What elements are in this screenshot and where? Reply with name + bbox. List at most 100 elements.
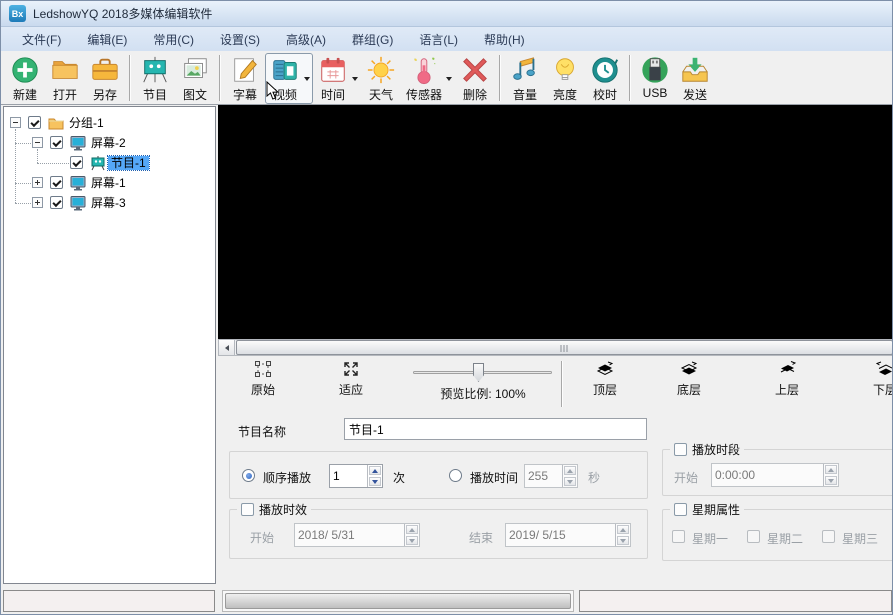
zoom-slider-thumb[interactable]: [473, 363, 484, 382]
volume-button[interactable]: 音量: [505, 53, 545, 104]
screen1-checkbox[interactable]: [50, 176, 63, 189]
tuesday-checkbox: [747, 530, 760, 543]
timing-button[interactable]: 校时: [585, 53, 625, 104]
fit-icon: [341, 359, 361, 379]
send-icon: [680, 55, 710, 85]
weather-button[interactable]: 天气: [361, 53, 401, 104]
spin-up-icon[interactable]: [369, 466, 381, 475]
subtitle-button[interactable]: 字幕: [225, 53, 265, 104]
brightness-button[interactable]: 亮度: [545, 53, 585, 104]
program-name-input[interactable]: [344, 418, 647, 440]
controls-separator: [561, 361, 563, 407]
play-period-group: 播放时段 开始: [662, 449, 893, 496]
menu-edit[interactable]: 编辑(E): [74, 27, 140, 52]
play-period-checkbox[interactable]: [674, 443, 687, 456]
expand-icon[interactable]: [32, 177, 43, 188]
expand-icon[interactable]: [32, 197, 43, 208]
sequence-count-input[interactable]: [330, 465, 367, 487]
week-attribute-label: 星期属性: [692, 501, 740, 518]
menu-group[interactable]: 群组(G): [339, 27, 406, 52]
seconds-unit-label: 秒: [588, 469, 600, 486]
screen-icon: [70, 195, 86, 211]
program-button[interactable]: 节目: [135, 53, 175, 104]
collapse-icon[interactable]: [10, 117, 21, 128]
spin-down-icon: [564, 477, 576, 486]
spin-down-icon: [406, 536, 418, 545]
collapse-icon[interactable]: [32, 137, 43, 148]
led-preview-area[interactable]: [218, 105, 893, 339]
scrollbar-thumb[interactable]: [236, 340, 893, 355]
screen3-checkbox[interactable]: [50, 196, 63, 209]
weather-label: 天气: [369, 86, 393, 103]
monday-label: 星期一: [692, 530, 728, 547]
lower-layer-icon: [875, 359, 893, 379]
tuesday-label: 星期二: [767, 530, 803, 547]
delete-button[interactable]: 删除: [455, 53, 495, 104]
volume-label: 音量: [513, 86, 537, 103]
menu-file[interactable]: 文件(F): [9, 27, 74, 52]
menu-language[interactable]: 语言(L): [406, 27, 471, 52]
menu-advanced[interactable]: 高级(A): [273, 27, 339, 52]
sensor-dropdown-icon[interactable]: [446, 77, 452, 81]
program1-checkbox[interactable]: [70, 156, 83, 169]
tree-item-program1-selected[interactable]: 节目-1: [108, 156, 149, 170]
play-mode-group: 顺序播放 次 播放时间 秒: [229, 451, 648, 499]
toolbar: 新建 打开 另存 节目 图文 字幕 视频: [1, 51, 893, 105]
play-validity-label: 播放时效: [259, 501, 307, 518]
bottom-layer-button[interactable]: 底层: [661, 359, 717, 405]
open-button[interactable]: 打开: [45, 53, 85, 104]
image-text-button[interactable]: 图文: [175, 53, 215, 104]
sensor-button[interactable]: 传感器: [401, 53, 455, 104]
play-duration-input: [525, 465, 562, 487]
play-validity-checkbox[interactable]: [241, 503, 254, 516]
scroll-left-button[interactable]: [219, 340, 235, 355]
sensor-label: 传感器: [406, 86, 442, 103]
preview-hscrollbar[interactable]: [218, 339, 893, 356]
save-as-icon: [90, 55, 120, 85]
original-size-button[interactable]: 原始: [235, 359, 291, 405]
timing-label: 校时: [593, 86, 617, 103]
video-dropdown-icon[interactable]: [304, 77, 310, 81]
play-duration-radio[interactable]: [449, 469, 462, 482]
spin-down-icon[interactable]: [369, 477, 381, 486]
tree-item-screen1[interactable]: 屏幕-1: [88, 176, 129, 190]
sequence-play-radio[interactable]: [242, 469, 255, 482]
week-attribute-checkbox[interactable]: [674, 503, 687, 516]
validity-end-input: [506, 524, 615, 546]
usb-button[interactable]: USB: [635, 53, 675, 101]
sequence-play-label: 顺序播放: [263, 469, 311, 486]
spin-down-icon: [825, 476, 837, 485]
time-button[interactable]: 时间: [313, 53, 361, 104]
sequence-count-spinner[interactable]: [329, 464, 383, 488]
upper-layer-label: 上层: [775, 381, 799, 398]
tree-item-screen3[interactable]: 屏幕-3: [88, 196, 129, 210]
menu-settings[interactable]: 设置(S): [207, 27, 273, 52]
open-folder-icon: [50, 55, 80, 85]
menu-help[interactable]: 帮助(H): [471, 27, 538, 52]
time-dropdown-icon[interactable]: [352, 77, 358, 81]
spin-up-icon: [825, 465, 837, 474]
screen2-checkbox[interactable]: [50, 136, 63, 149]
fit-button[interactable]: 适应: [323, 359, 379, 405]
tree-row-program1: 节目-1: [4, 153, 215, 173]
toolbar-separator: [219, 55, 221, 101]
tree-item-screen2[interactable]: 屏幕-2: [88, 136, 129, 150]
menu-common[interactable]: 常用(C): [140, 27, 207, 52]
screen-tree-panel: 分组-1 屏幕-2 节目-1 屏幕-1 屏幕-3: [3, 106, 216, 584]
upper-layer-button[interactable]: 上层: [759, 359, 815, 405]
send-label: 发送: [683, 86, 707, 103]
tree-item-group1[interactable]: 分组-1: [66, 116, 107, 130]
lower-layer-button[interactable]: 下层: [857, 359, 893, 405]
subtitle-label: 字幕: [233, 86, 257, 103]
top-layer-button[interactable]: 顶层: [577, 359, 633, 405]
validity-start-label: 开始: [250, 529, 274, 546]
new-button[interactable]: 新建: [5, 53, 45, 104]
progress-bar: [225, 593, 571, 609]
play-validity-group: 播放时效 开始 结束: [229, 509, 648, 559]
new-icon: [10, 55, 40, 85]
play-duration-spinner: [524, 464, 578, 488]
top-layer-icon: [595, 359, 615, 379]
send-button[interactable]: 发送: [675, 53, 715, 104]
save-as-button[interactable]: 另存: [85, 53, 125, 104]
group1-checkbox[interactable]: [28, 116, 41, 129]
